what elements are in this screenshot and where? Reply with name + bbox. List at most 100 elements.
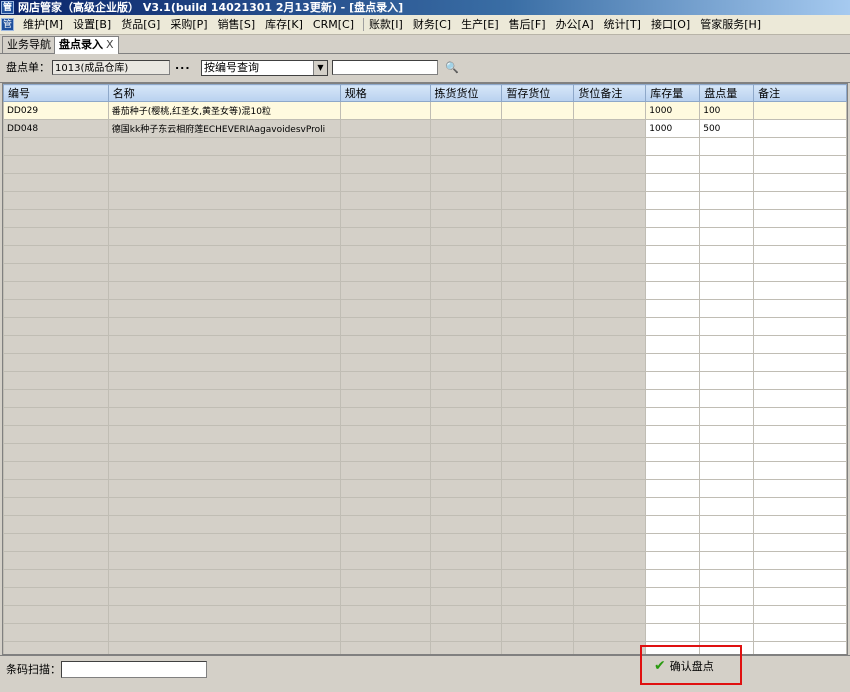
cell-note[interactable] <box>753 155 847 174</box>
cell-stock[interactable] <box>645 299 701 318</box>
cell-counted[interactable] <box>699 209 755 228</box>
empty-table-row[interactable] <box>3 317 847 336</box>
empty-table-row[interactable] <box>3 533 847 552</box>
cell-stock[interactable] <box>645 245 701 264</box>
empty-table-row[interactable] <box>3 227 847 246</box>
cell-note[interactable] <box>753 443 847 462</box>
empty-table-row[interactable] <box>3 497 847 516</box>
menu-item[interactable]: 售后[F] <box>506 15 549 34</box>
cell-stock[interactable] <box>645 371 701 390</box>
cell-note[interactable] <box>753 101 847 120</box>
cell-counted[interactable] <box>699 353 755 372</box>
empty-table-row[interactable] <box>3 623 847 642</box>
cell-stock[interactable] <box>645 569 701 588</box>
column-header[interactable]: 货位备注 <box>573 84 647 102</box>
cell-note[interactable] <box>753 623 847 642</box>
cell-stock[interactable] <box>645 425 701 444</box>
cell-note[interactable] <box>753 515 847 534</box>
cell-stock[interactable] <box>645 533 701 552</box>
column-header[interactable]: 暂存货位 <box>501 84 575 102</box>
empty-table-row[interactable] <box>3 479 847 498</box>
empty-table-row[interactable] <box>3 569 847 588</box>
empty-table-row[interactable] <box>3 443 847 462</box>
cell-note[interactable] <box>753 533 847 552</box>
cell-counted[interactable] <box>699 551 755 570</box>
cell-note[interactable] <box>753 299 847 318</box>
cell-stock[interactable] <box>645 515 701 534</box>
cell-stock[interactable] <box>645 155 701 174</box>
column-header[interactable]: 名称 <box>107 84 341 102</box>
cell-note[interactable] <box>753 245 847 264</box>
cell-counted[interactable] <box>699 191 755 210</box>
empty-table-row[interactable] <box>3 371 847 390</box>
empty-table-row[interactable] <box>3 551 847 570</box>
cell-stock[interactable]: 1000 <box>645 101 701 120</box>
cell-note[interactable] <box>753 317 847 336</box>
cell-stock[interactable] <box>645 209 701 228</box>
tab-business-nav[interactable]: 业务导航 <box>2 36 56 53</box>
menu-item[interactable]: 库存[K] <box>262 15 306 34</box>
cell-note[interactable] <box>753 353 847 372</box>
empty-table-row[interactable] <box>3 335 847 354</box>
menu-item[interactable]: 货品[G] <box>118 15 163 34</box>
cell-counted[interactable] <box>699 299 755 318</box>
cell-counted[interactable] <box>699 533 755 552</box>
cell-counted[interactable] <box>699 461 755 480</box>
cell-counted[interactable] <box>699 515 755 534</box>
cell-stock[interactable] <box>645 281 701 300</box>
cell-stock[interactable] <box>645 173 701 192</box>
cell-counted[interactable]: 500 <box>699 119 755 138</box>
cell-note[interactable] <box>753 551 847 570</box>
cell-counted[interactable] <box>699 173 755 192</box>
cell-note[interactable] <box>753 497 847 516</box>
column-header[interactable]: 备注 <box>753 84 847 102</box>
cell-note[interactable] <box>753 371 847 390</box>
empty-table-row[interactable] <box>3 515 847 534</box>
cell-note[interactable] <box>753 191 847 210</box>
cell-note[interactable] <box>753 461 847 480</box>
menu-item[interactable]: 管家服务[H] <box>697 15 764 34</box>
cell-counted[interactable] <box>699 263 755 282</box>
cell-stock[interactable] <box>645 389 701 408</box>
cell-stock[interactable] <box>645 227 701 246</box>
cell-counted[interactable] <box>699 443 755 462</box>
barcode-scan-input[interactable] <box>61 661 207 678</box>
cell-note[interactable] <box>753 335 847 354</box>
cell-stock[interactable] <box>645 605 701 624</box>
cell-stock[interactable] <box>645 587 701 606</box>
column-header[interactable]: 编号 <box>3 84 109 102</box>
cell-counted[interactable] <box>699 587 755 606</box>
cell-note[interactable] <box>753 173 847 192</box>
empty-table-row[interactable] <box>3 191 847 210</box>
cell-note[interactable] <box>753 281 847 300</box>
cell-note[interactable] <box>753 119 847 138</box>
column-header[interactable]: 拣货货位 <box>429 84 503 102</box>
cell-stock[interactable] <box>645 317 701 336</box>
table-row[interactable]: DD048 德国kk种子东云相府莲ECHEVERIAagavoidesvProli… <box>3 119 847 138</box>
cell-note[interactable] <box>753 227 847 246</box>
cell-note[interactable] <box>753 425 847 444</box>
cell-note[interactable] <box>753 407 847 426</box>
cell-counted[interactable] <box>699 335 755 354</box>
tab-stock-count-entry[interactable]: 盘点录入 X <box>54 36 119 54</box>
cell-stock[interactable] <box>645 461 701 480</box>
table-row[interactable]: DD029 番茄种子(樱桃,红圣女,黄圣女等)混10粒 1000 100 <box>3 101 847 120</box>
cell-stock[interactable] <box>645 191 701 210</box>
search-icon[interactable]: 🔍 <box>445 61 459 75</box>
cell-note[interactable] <box>753 263 847 282</box>
count-sheet-field[interactable]: 1013(成品仓库) <box>52 60 170 75</box>
cell-stock[interactable] <box>645 407 701 426</box>
cell-stock[interactable] <box>645 353 701 372</box>
app-menu-icon[interactable]: 管 <box>1 18 14 31</box>
menu-item[interactable]: 财务[C] <box>410 15 454 34</box>
cell-note[interactable] <box>753 209 847 228</box>
column-header[interactable]: 库存量 <box>645 84 701 102</box>
cell-counted[interactable] <box>699 227 755 246</box>
cell-counted[interactable] <box>699 605 755 624</box>
menu-item[interactable]: 接口[O] <box>648 15 693 34</box>
empty-table-row[interactable] <box>3 173 847 192</box>
cell-note[interactable] <box>753 587 847 606</box>
empty-table-row[interactable] <box>3 425 847 444</box>
menu-item[interactable]: 统计[T] <box>601 15 644 34</box>
cell-counted[interactable] <box>699 389 755 408</box>
